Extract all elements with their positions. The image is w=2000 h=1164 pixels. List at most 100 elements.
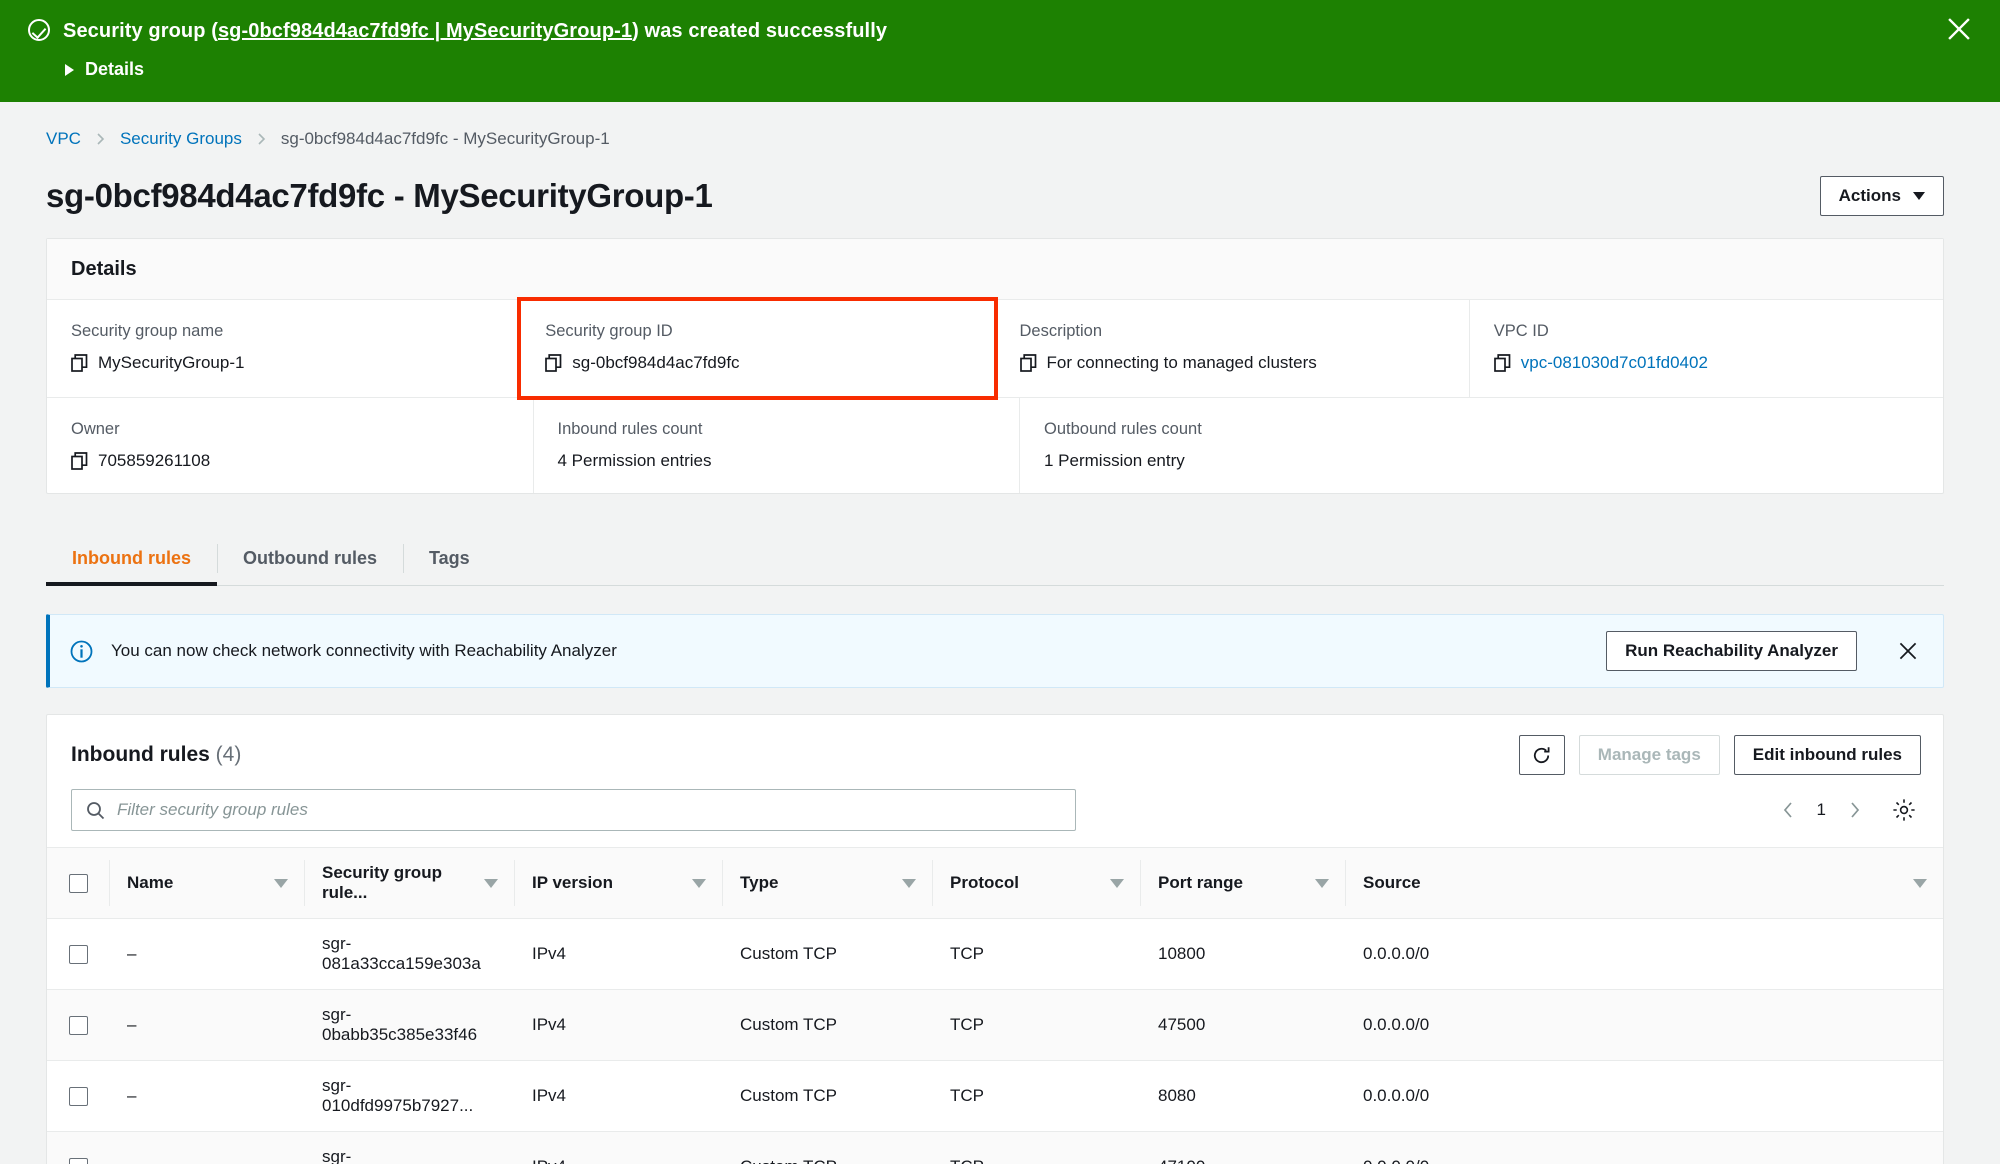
flash-message-suffix: ) was created successfully [632,20,888,42]
table-row[interactable]: – sgr-010dfd9975b7927... IPv4 Custom TCP… [47,1060,1943,1132]
detail-value: MySecurityGroup-1 [98,353,245,372]
copy-icon[interactable] [545,354,562,372]
next-page-icon[interactable] [1848,800,1861,820]
table-title-text: Inbound rules [71,743,210,766]
table-row-count: (4) [215,743,242,766]
previous-page-icon[interactable] [1782,800,1795,820]
cell-source: 0.0.0.0/0 [1345,918,1943,990]
detail-label: Owner [71,420,120,438]
detail-label: Outbound rules count [1044,420,1202,438]
chevron-right-icon [65,63,74,76]
column-label: Name [127,873,174,892]
table-row[interactable]: – sgr-0babb35c385e33f46 IPv4 Custom TCP … [47,989,1943,1061]
column-header-type[interactable]: Type [722,847,932,919]
detail-label: Inbound rules count [557,420,703,438]
cell-protocol: TCP [932,1131,1140,1164]
run-reachability-analyzer-button[interactable]: Run Reachability Analyzer [1606,631,1857,671]
cell-protocol: TCP [932,1060,1140,1132]
column-label: Type [740,873,779,892]
detail-value: 705859261108 [98,451,211,470]
pagination: 1 [1782,797,1917,823]
select-all-checkbox[interactable] [69,873,88,893]
detail-outbound-rules-count: Outbound rules count 1 Permission entry [1019,398,1943,493]
column-header-ip-version[interactable]: IP version [514,847,722,919]
row-checkbox[interactable] [69,944,88,964]
tab-inbound-rules[interactable]: Inbound rules [46,534,217,586]
cell-rule-id: sgr-081a33cca159e303a [304,918,514,990]
detail-description: Description For connecting to managed cl… [994,300,1469,397]
sort-icon [1315,878,1329,888]
edit-inbound-rules-button[interactable]: Edit inbound rules [1733,735,1921,775]
detail-vpc-id: VPC ID vpc-081030d7c01fd0402 [1468,300,1943,397]
detail-security-group-name: Security group name MySecurityGroup-1 [47,300,520,397]
detail-inbound-rules-count: Inbound rules count 4 Permission entries [532,398,1020,493]
detail-label: Security group name [71,322,224,340]
cell-name: – [109,1131,304,1164]
reachability-analyzer-alert: You can now check network connectivity w… [46,614,1944,688]
copy-icon[interactable] [71,452,88,470]
detail-label: Description [1019,322,1103,340]
column-header-rule-id[interactable]: Security group rule... [304,847,514,919]
cell-port-range: 47100 [1140,1131,1345,1164]
cell-ip-version: IPv4 [514,1060,722,1132]
table-header-row: Name Security group rule... IP version T… [47,847,1943,919]
breadcrumb-item-vpc[interactable]: VPC [46,129,81,149]
copy-icon[interactable] [71,354,88,372]
gear-icon[interactable] [1891,797,1917,823]
breadcrumb-item-security-groups[interactable]: Security Groups [120,129,242,149]
tab-outbound-rules[interactable]: Outbound rules [217,534,403,585]
alert-message: You can now check network connectivity w… [111,641,617,660]
refresh-button[interactable] [1518,735,1565,775]
cell-ip-version: IPv4 [514,989,722,1061]
cell-type: Custom TCP [722,989,932,1061]
column-label: Source [1363,873,1421,892]
sort-icon [692,878,706,888]
column-label: Port range [1158,873,1244,892]
cell-name: – [109,1060,304,1132]
cell-port-range: 8080 [1140,1060,1345,1132]
page-number[interactable]: 1 [1817,800,1826,820]
sort-icon [274,878,288,888]
row-checkbox[interactable] [69,1086,88,1106]
details-card: Details Security group name MySecurityGr… [46,238,1944,494]
column-header-name[interactable]: Name [109,847,304,919]
detail-value-link[interactable]: vpc-081030d7c01fd0402 [1521,353,1708,373]
copy-icon[interactable] [1019,354,1037,372]
copy-icon[interactable] [1493,354,1511,372]
tab-label: Outbound rules [243,548,377,568]
row-checkbox[interactable] [69,1015,88,1035]
table-row[interactable]: – sgr-0b875f9eba48885d2 IPv4 Custom TCP … [47,1131,1943,1164]
column-header-protocol[interactable]: Protocol [932,847,1140,919]
cell-rule-id: sgr-0b875f9eba48885d2 [304,1131,514,1164]
actions-button-label: Actions [1838,186,1901,205]
cell-source: 0.0.0.0/0 [1345,989,1943,1061]
column-header-source[interactable]: Source [1345,847,1943,919]
manage-tags-button[interactable]: Manage tags [1578,735,1720,775]
inbound-rules-table: Name Security group rule... IP version T… [47,847,1943,1164]
row-checkbox[interactable] [69,1157,88,1164]
detail-value: 1 Permission entry [1044,451,1185,470]
cell-type: Custom TCP [722,1060,932,1132]
flash-details-toggle[interactable]: Details [65,59,1972,80]
column-header-port-range[interactable]: Port range [1140,847,1345,919]
tab-bar: Inbound rules Outbound rules Tags [46,534,1944,586]
cell-port-range: 47500 [1140,989,1345,1061]
breadcrumb-item-current: sg-0bcf984d4ac7fd9fc - MySecurityGroup-1 [280,129,610,148]
cell-ip-version: IPv4 [514,1131,722,1164]
table-row[interactable]: – sgr-081a33cca159e303a IPv4 Custom TCP … [47,918,1943,990]
actions-button[interactable]: Actions [1819,176,1944,216]
manage-tags-label: Manage tags [1597,745,1701,764]
detail-value: sg-0bcf984d4ac7fd9fc [572,353,740,372]
search-filter-box[interactable] [71,789,1076,831]
search-input[interactable] [117,800,1061,820]
close-icon[interactable] [1895,638,1921,664]
info-icon [70,640,93,663]
tab-tags[interactable]: Tags [403,534,496,585]
cell-rule-id: sgr-0babb35c385e33f46 [304,989,514,1061]
chevron-right-icon [95,132,106,146]
flash-message-link[interactable]: sg-0bcf984d4ac7fd9fc | MySecurityGroup-1 [218,20,632,42]
cell-source: 0.0.0.0/0 [1345,1131,1943,1164]
breadcrumb: VPC Security Groups sg-0bcf984d4ac7fd9fc… [0,102,2000,149]
table-title: Inbound rules (4) [71,743,241,767]
close-icon[interactable] [1942,12,1976,46]
